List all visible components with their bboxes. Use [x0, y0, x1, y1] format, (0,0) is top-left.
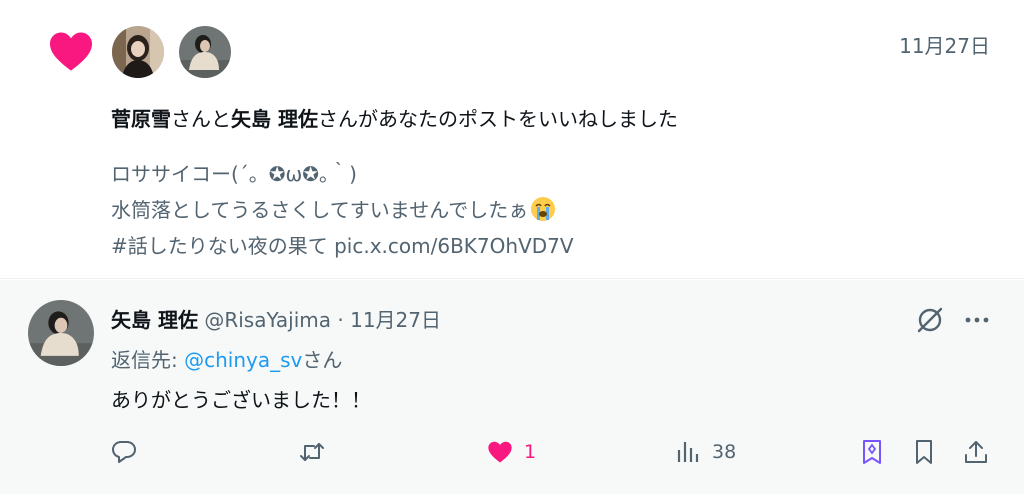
reply-to-mention[interactable]: @chinya_sv: [184, 348, 302, 372]
heart-icon: [50, 32, 92, 71]
post-line-1: ロササイコー(´。✪ω✪｡｀): [111, 162, 357, 186]
heart-filled-icon: [488, 441, 512, 463]
reply-to-suffix: さん: [302, 348, 343, 372]
grok-bookmark-icon: [863, 440, 881, 464]
share-icon: [965, 441, 987, 463]
reply-tweet[interactable]: 矢島 理佐 @RisaYajima · 11月27日 返信先: @chinya_…: [0, 280, 1024, 494]
grok-analyze-button[interactable]: [858, 430, 886, 474]
reply-date[interactable]: 11月27日: [350, 308, 441, 332]
reply-body: ありがとうございました！！: [111, 388, 371, 412]
reply-header: 矢島 理佐 @RisaYajima · 11月27日: [111, 304, 441, 333]
header-separator: ·: [337, 308, 344, 332]
post-line-3: #話したりない夜の果て pic.x.com/6BK7OhVD7V: [111, 234, 574, 258]
liker-name-1[interactable]: 菅原雪: [111, 107, 171, 131]
avatar-image: [179, 26, 231, 78]
bookmark-icon: [916, 440, 932, 464]
like-button[interactable]: 1: [486, 430, 536, 474]
avatar-image: [28, 300, 94, 366]
comment-icon: [112, 441, 136, 463]
reply-to-label: 返信先:: [111, 348, 185, 372]
author-handle[interactable]: @RisaYajima: [204, 308, 331, 332]
notification-text: 菅原雪さんと矢島 理佐さんがあなたのポストをいいねしました: [111, 103, 678, 132]
notification-rest: さんがあなたのポストをいいねしました: [317, 107, 678, 131]
author-name[interactable]: 矢島 理佐: [111, 308, 198, 332]
share-button[interactable]: [962, 430, 990, 474]
post-line-2-text: 水筒落としてうるさくしてすいませんでしたぁ: [111, 198, 529, 222]
like-notification[interactable]: 11月27日 菅原雪さんと矢島 理佐さんがあなたのポストをいいねしました ロササ…: [0, 0, 1024, 279]
liker-name-2[interactable]: 矢島 理佐: [231, 107, 318, 131]
views-count: 38: [712, 441, 737, 463]
more-options-icon[interactable]: [960, 304, 994, 336]
analytics-icon: [677, 442, 699, 462]
avatar-image: [112, 26, 164, 78]
like-count: 1: [524, 441, 537, 463]
notification-conj: さんと: [171, 107, 231, 131]
grok-icon[interactable]: [914, 304, 946, 336]
retweet-button[interactable]: [298, 430, 336, 474]
reply-button[interactable]: [110, 430, 148, 474]
bookmark-button[interactable]: [910, 430, 938, 474]
avatar-sugawara[interactable]: [112, 26, 164, 78]
post-line-2: 水筒落としてうるさくしてすいませんでしたぁ: [111, 192, 574, 228]
reply-to-line: 返信先: @chinya_svさん: [111, 344, 342, 373]
retweet-icon: [300, 443, 324, 461]
liked-post-preview[interactable]: ロササイコー(´。✪ω✪｡｀) 水筒落としてうるさくしてすいませんでしたぁ #話…: [111, 156, 574, 264]
avatar-yajima-reply[interactable]: [28, 300, 94, 366]
loudly-crying-face-emoji: [531, 197, 556, 221]
notification-date: 11月27日: [899, 34, 990, 58]
action-bar: 1 38: [0, 430, 1024, 474]
avatar-yajima[interactable]: [179, 26, 231, 78]
views-button[interactable]: 38: [674, 430, 736, 474]
